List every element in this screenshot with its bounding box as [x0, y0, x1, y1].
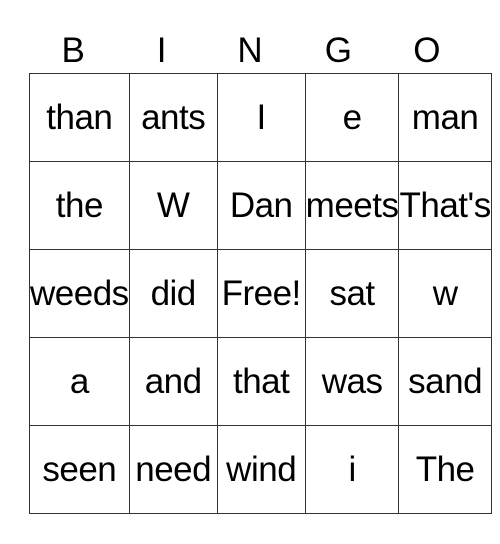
card-cell[interactable]: i	[304, 425, 400, 514]
free-space-cell[interactable]: Free!	[216, 249, 306, 338]
card-cell[interactable]: and	[128, 337, 218, 426]
card-cell[interactable]: seen	[29, 425, 130, 514]
card-cell[interactable]: ants	[128, 73, 218, 162]
card-cell[interactable]: the	[29, 161, 130, 250]
card-cell[interactable]: W	[128, 161, 218, 250]
card-cell[interactable]: weeds	[29, 249, 130, 338]
card-row: seen need wind i The	[29, 425, 492, 514]
card-cell[interactable]: that	[216, 337, 306, 426]
card-row: the W Dan meets That's	[29, 161, 492, 250]
header-letter-b: B	[61, 31, 85, 70]
card-cell[interactable]: than	[29, 73, 130, 162]
card-row: a and that was sand	[29, 337, 492, 426]
card-cell[interactable]: need	[128, 425, 218, 514]
card-cell[interactable]: I	[216, 73, 306, 162]
card-cell[interactable]: That's	[398, 161, 492, 250]
card-cell[interactable]: wind	[216, 425, 306, 514]
card-cell[interactable]: e	[304, 73, 400, 162]
header-letter-i: I	[156, 31, 167, 70]
card-cell[interactable]: did	[128, 249, 218, 338]
card-cell[interactable]: meets	[304, 161, 400, 250]
card-cell[interactable]: sat	[304, 249, 400, 338]
card-cell[interactable]: man	[398, 73, 492, 162]
card-row: than ants I e man	[29, 73, 492, 162]
card-cell[interactable]: was	[304, 337, 400, 426]
header-letter-n: N	[237, 31, 263, 70]
header-letter-o: O	[413, 31, 441, 70]
bingo-header: B I N G O	[29, 30, 471, 72]
card-row: weeds did Free! sat w	[29, 249, 492, 338]
card-cell[interactable]: w	[398, 249, 492, 338]
card-cell[interactable]: Dan	[216, 161, 306, 250]
card-cell[interactable]: sand	[398, 337, 492, 426]
header-letter-g: G	[324, 31, 353, 70]
card-cell[interactable]: The	[398, 425, 492, 514]
bingo-card: than ants I e man the W Dan meets That's…	[29, 73, 492, 514]
card-cell[interactable]: a	[29, 337, 130, 426]
